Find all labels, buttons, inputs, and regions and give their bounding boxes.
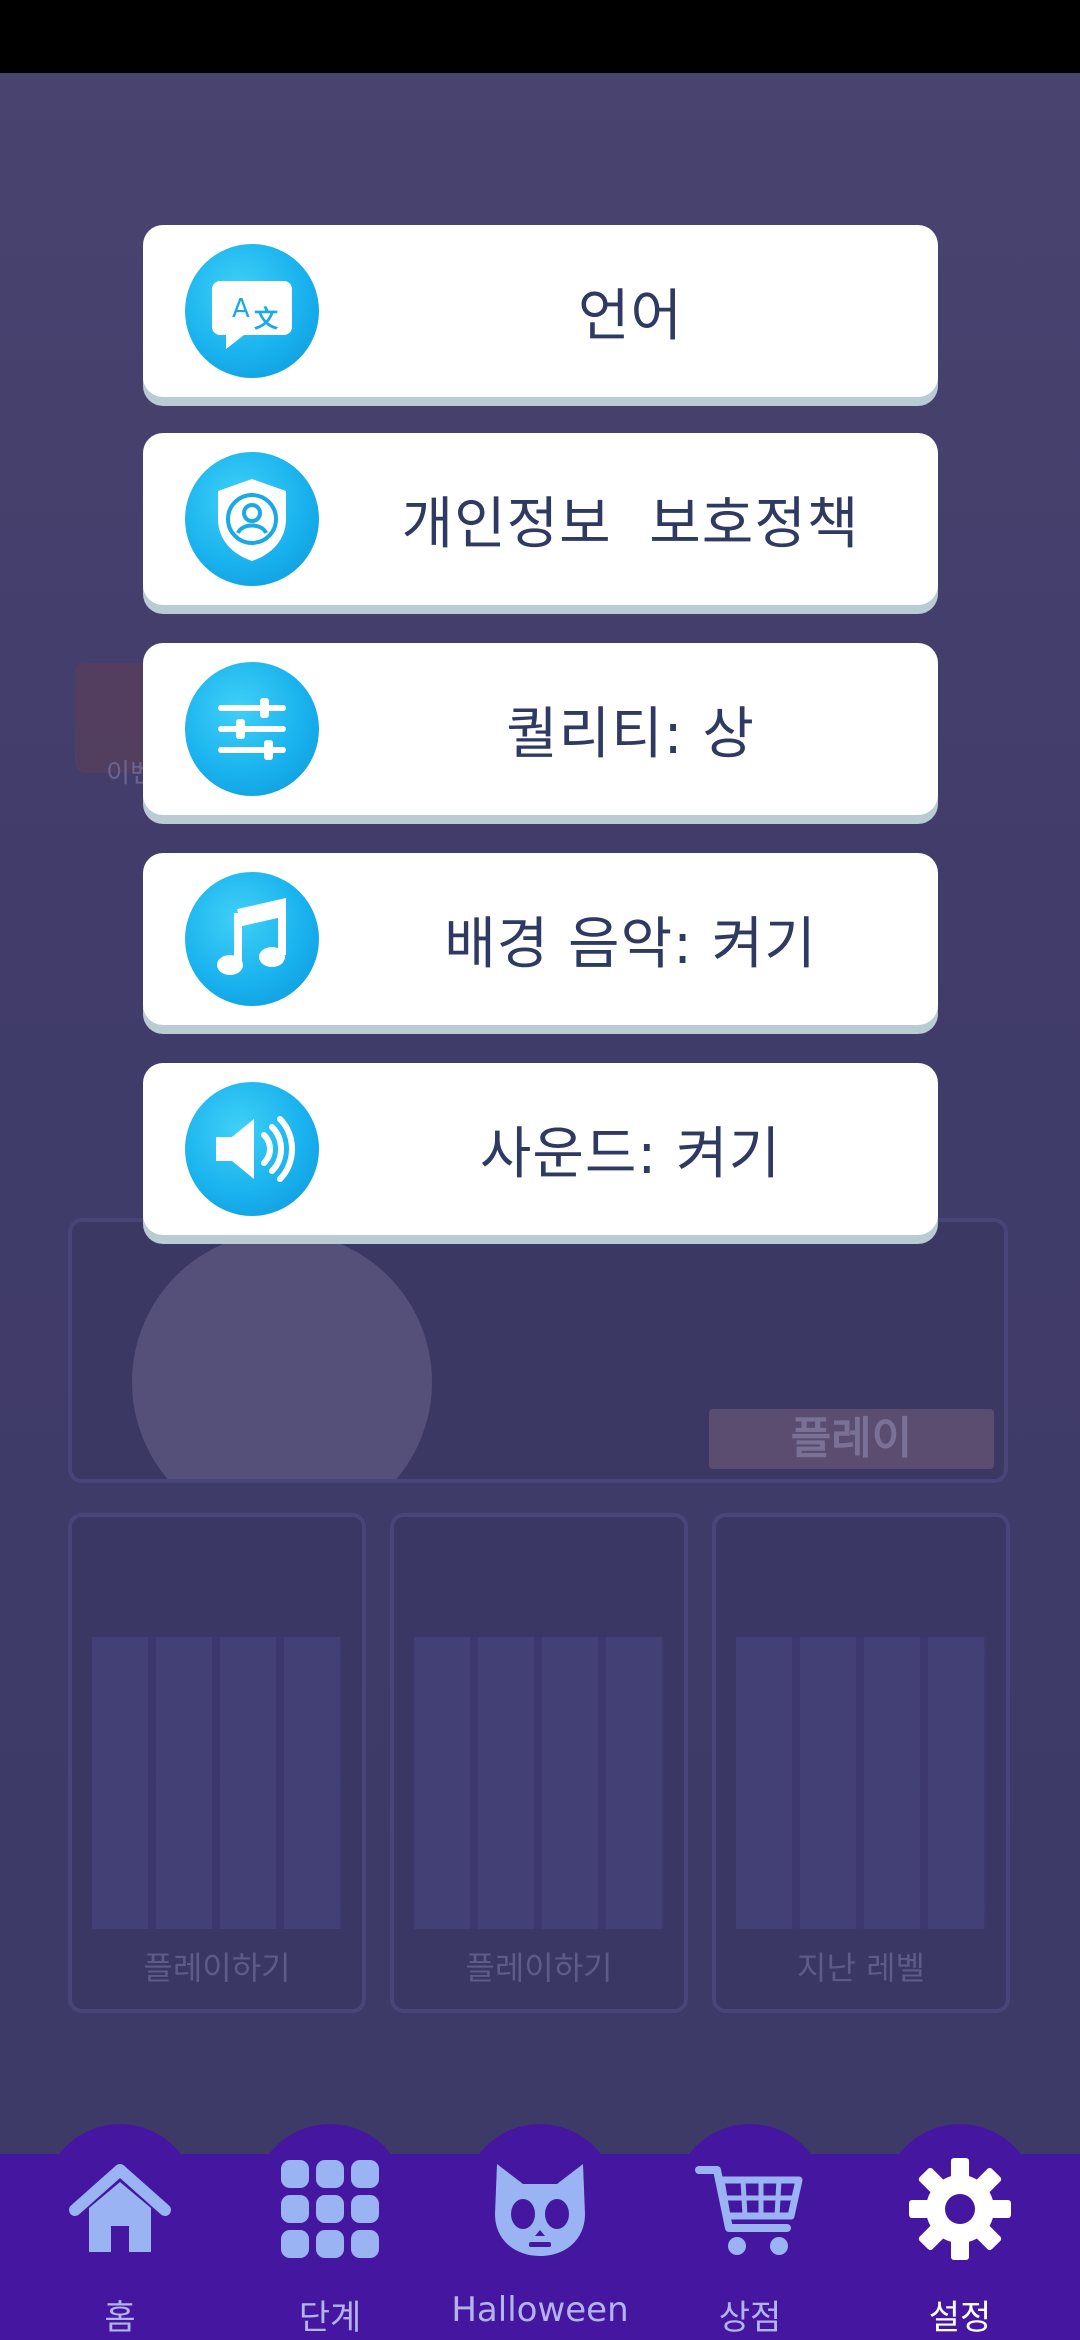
speaker-icon — [185, 1082, 319, 1216]
quality-button[interactable]: 퀄리티: 상 — [143, 643, 938, 815]
bottom-nav: 홈 단계 Halloween 상점 설정 — [0, 2124, 1080, 2340]
translate-icon: A 文 — [185, 244, 319, 378]
svg-text:文: 文 — [254, 305, 279, 333]
banner-play-label: 플레이 — [709, 1409, 994, 1469]
cart-icon — [695, 2154, 805, 2264]
grid-icon — [275, 2154, 385, 2264]
nav-shop[interactable]: 상점 — [665, 2124, 835, 2340]
level-preview-image — [92, 1637, 342, 1929]
home-icon — [65, 2154, 175, 2264]
level-card-label: 플레이하기 — [143, 1949, 291, 1987]
background-music-button[interactable]: 배경 음악: 켜기 — [143, 853, 938, 1025]
sound-label: 사운드: 켜기 — [479, 1121, 782, 1187]
level-preview-image — [414, 1637, 664, 1929]
nav-home-label: 홈 — [104, 2298, 136, 2338]
nav-halloween-label: Halloween — [451, 2290, 629, 2330]
halloween-banner: 플레이 — [68, 1218, 1008, 1483]
cat-skull-icon — [485, 2154, 595, 2264]
level-preview-image — [736, 1637, 986, 1929]
privacy-policy-label: 개인정보 보호정책 — [401, 491, 860, 557]
privacy-policy-button[interactable]: 개인정보 보호정책 — [143, 433, 938, 605]
gear-icon — [905, 2154, 1015, 2264]
sound-button[interactable]: 사운드: 켜기 — [143, 1063, 938, 1235]
svg-text:A: A — [232, 294, 250, 324]
nav-settings-label: 설정 — [928, 2298, 992, 2338]
nav-halloween[interactable]: Halloween — [451, 2124, 629, 2340]
level-card: 플레이하기 — [390, 1513, 688, 2013]
privacy-shield-icon — [185, 452, 319, 586]
background-music-label: 배경 음악: 켜기 — [444, 911, 817, 977]
language-label: 언어 — [577, 283, 684, 349]
nav-levels-label: 단계 — [298, 2298, 362, 2338]
status-bar — [0, 0, 1080, 73]
nav-settings[interactable]: 설정 — [875, 2124, 1045, 2340]
language-button[interactable]: A 文 언어 — [143, 225, 938, 397]
music-note-icon — [185, 872, 319, 1006]
level-card: 플레이하기 — [68, 1513, 366, 2013]
level-card-label: 플레이하기 — [465, 1949, 613, 1987]
level-card-label: 지난 레벨 — [797, 1949, 925, 1987]
sliders-icon — [185, 662, 319, 796]
nav-levels[interactable]: 단계 — [245, 2124, 415, 2340]
quality-label: 퀄리티: 상 — [506, 701, 755, 767]
nav-shop-label: 상점 — [718, 2298, 782, 2338]
nav-home[interactable]: 홈 — [35, 2124, 205, 2340]
moon-image — [132, 1232, 432, 1479]
level-card: 지난 레벨 — [712, 1513, 1010, 2013]
